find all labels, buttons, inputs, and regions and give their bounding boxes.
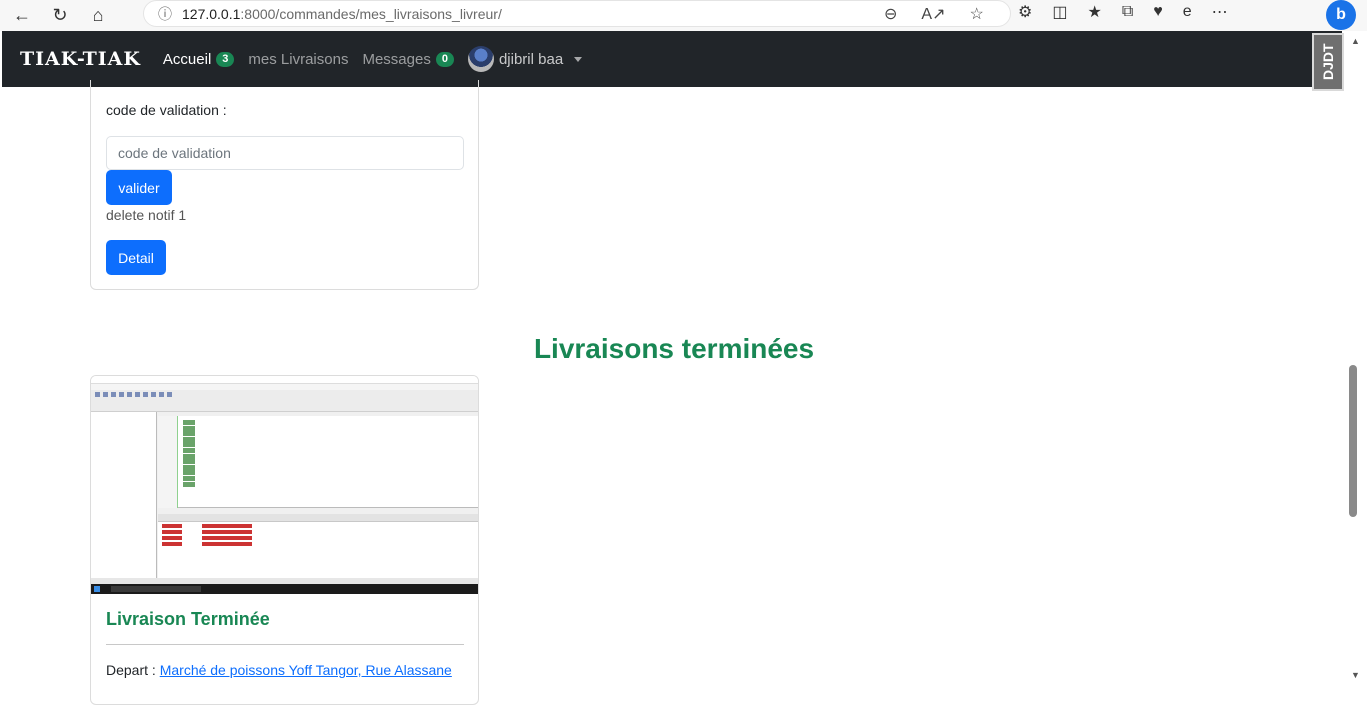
depart-label: Depart : <box>106 662 160 678</box>
scroll-up-icon[interactable]: ▲ <box>1351 36 1360 46</box>
nav-accueil-label: Accueil <box>162 50 212 68</box>
url-host: 127.0.0.1 <box>182 5 241 22</box>
edge-icon[interactable]: e <box>1183 3 1192 21</box>
nav-mes-livraisons-label: mes Livraisons <box>248 50 349 68</box>
back-icon[interactable]: ← <box>6 3 38 29</box>
nav-messages-label: Messages <box>362 50 431 68</box>
extensions-bar: ⚙ ◫ ★ ⧉ ♥ e ⋯ <box>1018 2 1228 22</box>
address-bar[interactable]: ⓘ 127.0.0.1:8000/commandes/mes_livraison… <box>143 0 1011 27</box>
scroll-down-icon[interactable]: ▼ <box>1351 670 1360 680</box>
nav-mes-livraisons[interactable]: mes Livraisons <box>248 51 348 68</box>
more-icon[interactable]: ⋯ <box>1212 2 1228 22</box>
url-actions: ⊖ A↗ ☆ <box>884 0 984 27</box>
chevron-down-icon <box>574 56 583 62</box>
favorites-icon[interactable]: ★ <box>1087 2 1101 22</box>
accueil-badge: 3 <box>216 51 235 67</box>
divider <box>106 644 464 645</box>
reload-icon[interactable]: ↻ <box>44 3 76 29</box>
debug-toolbar-logo[interactable]: DJDT <box>1312 33 1344 91</box>
user-name: djibril baa <box>498 50 564 68</box>
card-title: Livraison Terminée <box>106 609 270 629</box>
code-label: code de validation : <box>106 102 227 118</box>
favorite-icon[interactable]: ☆ <box>969 4 983 24</box>
extensions-icon[interactable]: ⚙ <box>1018 2 1032 22</box>
collections-icon[interactable]: ⧉ <box>1122 3 1133 21</box>
avatar <box>467 46 494 72</box>
scroll-thumb[interactable] <box>1349 365 1357 517</box>
page-scrollbar[interactable] <box>1345 31 1367 688</box>
section-title: Livraisons terminées <box>533 333 815 364</box>
browser-toolbar: ← ↻ ⌂ ⓘ 127.0.0.1:8000/commandes/mes_liv… <box>0 0 1367 31</box>
nav-accueil[interactable]: Accueil 3 <box>162 50 235 68</box>
zoom-icon[interactable]: ⊖ <box>884 4 897 24</box>
bing-icon[interactable]: b <box>1326 0 1356 30</box>
home-icon[interactable]: ⌂ <box>82 3 114 29</box>
brand-logo[interactable]: TIAK-TIAK <box>20 48 141 70</box>
read-aloud-icon[interactable]: A↗ <box>921 4 945 24</box>
url-path: :8000/commandes/mes_livraisons_livreur/ <box>240 5 502 22</box>
depart-line: Depart : Marché de poissons Yoff Tangor,… <box>106 662 452 678</box>
nav-links: Accueil 3 mes Livraisons Messages 0 djib… <box>162 46 583 72</box>
depart-link[interactable]: Marché de poissons Yoff Tangor, Rue Alas… <box>160 662 452 678</box>
messages-badge: 0 <box>435 51 454 67</box>
performance-icon[interactable]: ♥ <box>1153 3 1163 21</box>
completed-delivery-card <box>90 375 479 705</box>
notif-note: delete notif 1 <box>106 207 187 223</box>
top-navbar: TIAK-TIAK Accueil 3 mes Livraisons Messa… <box>2 31 1342 87</box>
code-validation-input[interactable]: code de validation <box>106 136 464 170</box>
nav-messages[interactable]: Messages 0 <box>362 51 454 68</box>
user-dropdown[interactable]: djibril baa <box>467 46 583 72</box>
detail-button[interactable]: Detail <box>106 240 166 275</box>
info-icon: ⓘ <box>158 5 172 22</box>
split-screen-icon[interactable]: ◫ <box>1052 2 1067 22</box>
delivery-image <box>91 376 478 594</box>
valider-button[interactable]: valider <box>106 170 172 205</box>
